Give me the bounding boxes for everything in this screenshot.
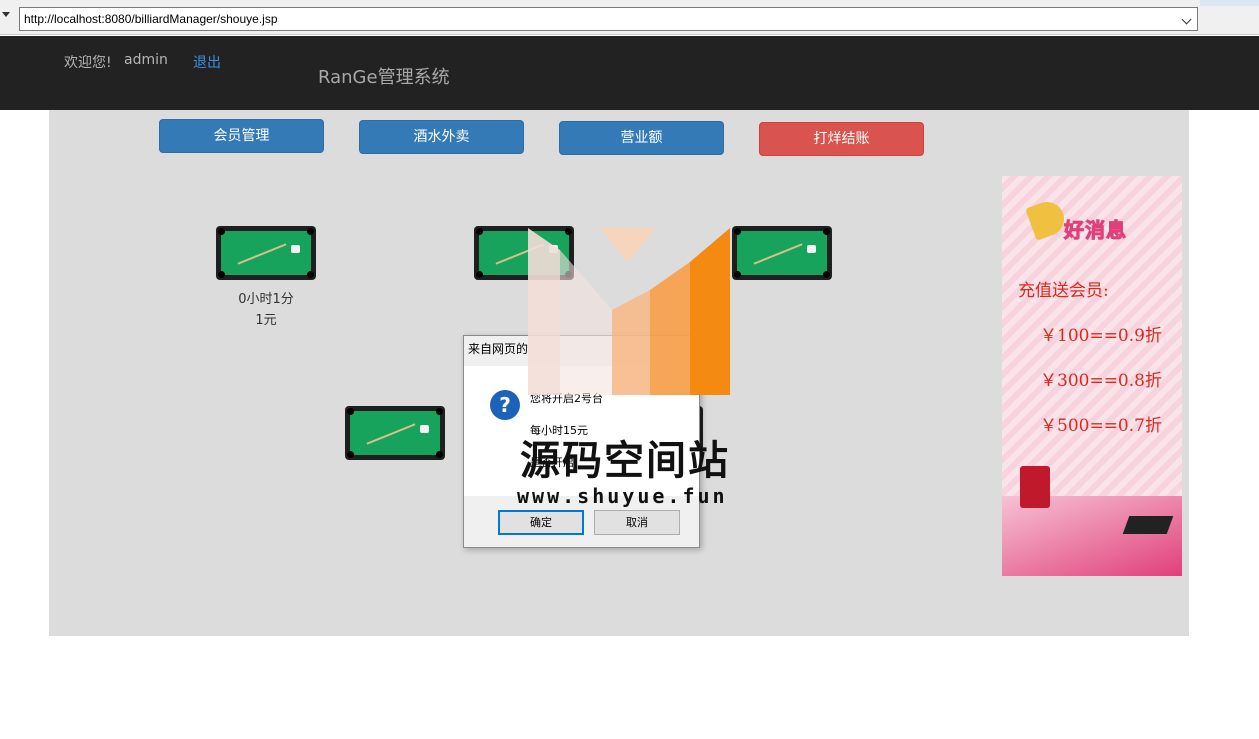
balls-icon bbox=[291, 245, 300, 253]
billiard-table-4[interactable] bbox=[345, 406, 445, 460]
ad-tagline: 充值送会员: bbox=[1018, 281, 1109, 301]
username: admin bbox=[124, 52, 168, 68]
brand-title: RanGe管理系统 bbox=[318, 67, 450, 88]
ad-price-1: ￥100==0.9折 bbox=[1040, 326, 1162, 346]
balls-icon bbox=[807, 245, 816, 253]
pocket bbox=[347, 408, 354, 415]
dialog-body: ? 您将开启2号台 每小时15元 是否开启 bbox=[464, 366, 699, 496]
toolbar-strip bbox=[1200, 0, 1259, 6]
ad-price-2: ￥300==0.8折 bbox=[1040, 371, 1162, 391]
welcome-text: 欢迎您! bbox=[64, 55, 112, 71]
logout-link[interactable]: 退出 bbox=[193, 52, 221, 72]
pocket bbox=[476, 271, 483, 278]
dialog-title: 来自网页的 bbox=[468, 342, 529, 356]
table-1-duration: 0小时1分 bbox=[238, 292, 294, 307]
members-button[interactable]: 会员管理 bbox=[159, 119, 324, 153]
drinks-button[interactable]: 酒水外卖 bbox=[359, 120, 524, 154]
ad-headline: 好消息 bbox=[1064, 218, 1127, 243]
billiard-table-2[interactable] bbox=[474, 226, 574, 280]
pocket bbox=[565, 271, 572, 278]
pocket bbox=[307, 228, 314, 235]
pocket bbox=[734, 228, 741, 235]
top-header: 欢迎您! admin 退出 RanGe管理系统 bbox=[0, 36, 1259, 110]
pocket bbox=[476, 228, 483, 235]
balls-icon bbox=[420, 425, 429, 433]
pocket bbox=[823, 271, 830, 278]
ad-price-3: ￥500==0.7折 bbox=[1040, 416, 1162, 436]
chevron-down-icon[interactable] bbox=[1177, 8, 1197, 30]
dialog-line-1: 您将开启2号台 bbox=[530, 392, 603, 405]
pocket bbox=[218, 271, 225, 278]
pocket bbox=[436, 408, 443, 415]
gift-bag-icon bbox=[1020, 466, 1050, 508]
back-dropdown-icon[interactable] bbox=[2, 12, 10, 17]
url-text: http://localhost:8080/billiardManager/sh… bbox=[24, 12, 278, 26]
megaphone-icon bbox=[1025, 197, 1069, 241]
graduation-cap-icon bbox=[1122, 516, 1174, 534]
balls-icon bbox=[549, 245, 558, 253]
browser-address-bar: http://localhost:8080/billiardManager/sh… bbox=[0, 0, 1259, 35]
billiard-table-1[interactable] bbox=[216, 226, 316, 280]
pocket bbox=[218, 228, 225, 235]
billiard-table-3[interactable] bbox=[732, 226, 832, 280]
pocket bbox=[734, 271, 741, 278]
url-field[interactable]: http://localhost:8080/billiardManager/sh… bbox=[19, 7, 1198, 31]
ok-button[interactable]: 确定 bbox=[498, 510, 584, 535]
confirm-dialog: 来自网页的 ? 您将开启2号台 每小时15元 是否开启 确定 取消 bbox=[463, 335, 700, 548]
promotion-banner: 好消息 充值送会员: ￥100==0.9折 ￥300==0.8折 ￥500==0… bbox=[1002, 176, 1182, 576]
question-icon: ? bbox=[490, 390, 520, 420]
pocket bbox=[823, 228, 830, 235]
cancel-button[interactable]: 取消 bbox=[594, 510, 680, 535]
table-1-cost: 1元 bbox=[255, 313, 277, 328]
pocket bbox=[565, 228, 572, 235]
pocket bbox=[436, 451, 443, 458]
revenue-button[interactable]: 营业额 bbox=[559, 121, 724, 155]
pocket bbox=[347, 451, 354, 458]
dialog-line-2: 每小时15元 bbox=[530, 424, 588, 437]
dialog-line-3: 是否开启 bbox=[530, 456, 574, 469]
ad-decoration bbox=[1002, 496, 1182, 576]
closing-button[interactable]: 打烊结账 bbox=[759, 122, 924, 156]
pocket bbox=[307, 271, 314, 278]
